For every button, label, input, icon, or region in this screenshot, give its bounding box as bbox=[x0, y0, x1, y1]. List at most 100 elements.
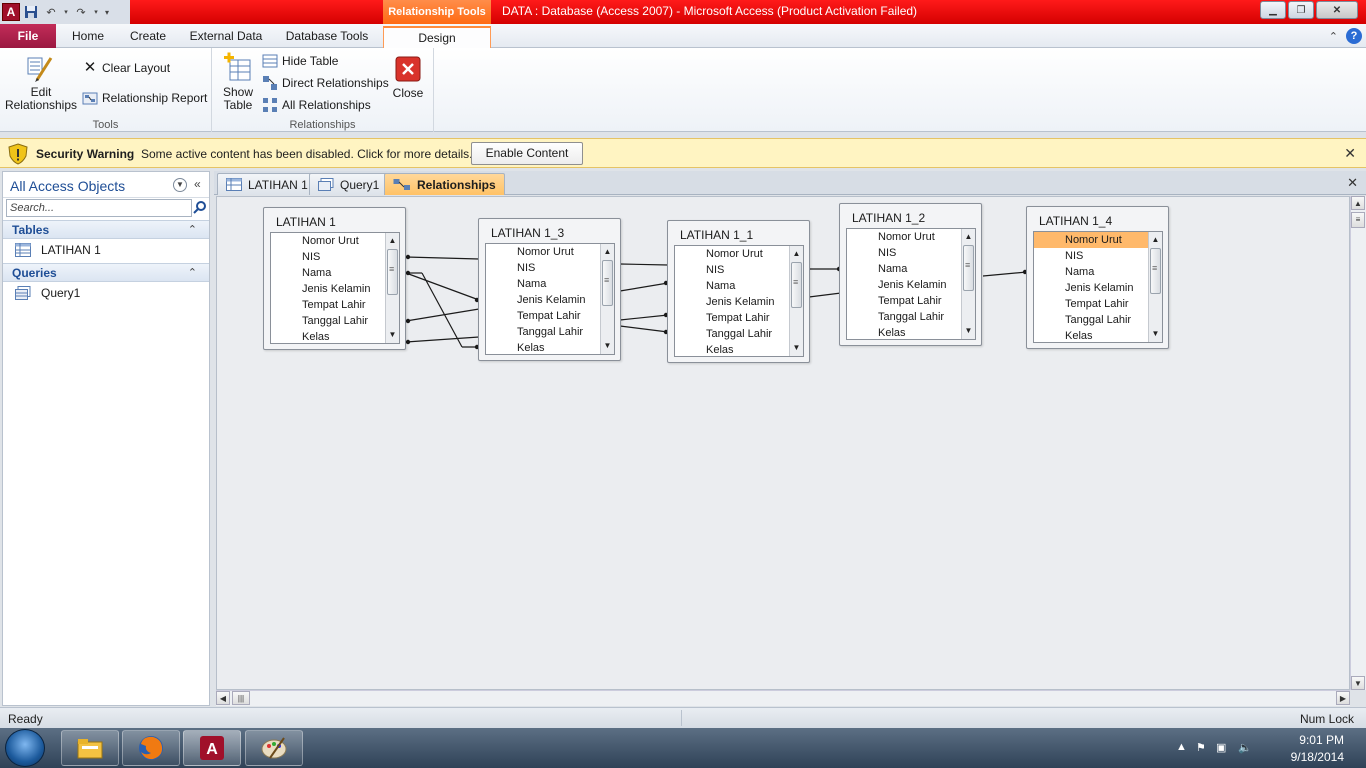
table-title[interactable]: LATIHAN 1_1 bbox=[680, 228, 753, 242]
minimize-ribbon-icon[interactable]: ⌃ bbox=[1329, 30, 1338, 43]
field-list-scrollbar[interactable]: ▲▼ bbox=[961, 229, 975, 339]
search-icon[interactable] bbox=[193, 200, 207, 214]
access-app-icon[interactable]: A bbox=[2, 3, 20, 21]
table-box-latihan1-3[interactable]: LATIHAN 1_3 Nomor Urut NIS Nama Jenis Ke… bbox=[478, 218, 621, 361]
volume-icon[interactable]: 🔈 bbox=[1238, 741, 1252, 755]
tab-design[interactable]: Design bbox=[383, 26, 491, 48]
tab-query1[interactable]: Query1 bbox=[309, 173, 389, 195]
field-item[interactable]: Tempat Lahir bbox=[675, 310, 803, 326]
nav-section-queries[interactable]: Queries ⌃ bbox=[3, 263, 209, 282]
chevron-down-icon[interactable]: ▼ bbox=[173, 178, 187, 192]
scroll-up-icon[interactable]: ▲ bbox=[602, 246, 613, 258]
scroll-down-icon[interactable]: ▼ bbox=[1150, 328, 1161, 340]
field-item[interactable]: NIS bbox=[271, 249, 399, 265]
relationship-line[interactable] bbox=[808, 292, 842, 298]
field-item[interactable]: Tanggal Lahir bbox=[675, 326, 803, 342]
scroll-down-icon[interactable]: ▼ bbox=[387, 329, 398, 341]
field-item[interactable]: Tanggal Lahir bbox=[486, 324, 614, 340]
restore-button[interactable]: ❐ bbox=[1288, 1, 1314, 19]
nav-section-tables[interactable]: Tables ⌃ bbox=[3, 220, 209, 239]
nav-search-input[interactable]: Search... bbox=[6, 199, 192, 217]
field-item[interactable]: Jenis Kelamin bbox=[847, 277, 975, 293]
field-item[interactable]: Nama bbox=[675, 278, 803, 294]
table-box-latihan1[interactable]: LATIHAN 1 Nomor Urut NIS Nama Jenis Kela… bbox=[263, 207, 406, 350]
clear-layout-button[interactable]: ✕ Clear Layout bbox=[82, 58, 170, 78]
start-button[interactable] bbox=[5, 729, 45, 767]
tab-latihan1[interactable]: LATIHAN 1 bbox=[217, 173, 317, 195]
scroll-up-icon[interactable]: ▲ bbox=[791, 248, 802, 260]
save-icon[interactable] bbox=[22, 3, 40, 21]
field-list-scrollbar[interactable]: ▲▼ bbox=[1148, 232, 1162, 342]
relationships-canvas[interactable]: LATIHAN 1 Nomor Urut NIS Nama Jenis Kela… bbox=[216, 196, 1350, 690]
scroll-down-icon[interactable]: ▼ bbox=[1351, 676, 1365, 690]
direct-relationships-button[interactable]: Direct Relationships bbox=[262, 73, 389, 93]
close-security-bar-icon[interactable]: ✕ bbox=[1344, 145, 1356, 162]
field-item[interactable]: Tanggal Lahir bbox=[1034, 312, 1162, 328]
table-box-latihan1-2[interactable]: LATIHAN 1_2 Nomor Urut NIS Nama Jenis Ke… bbox=[839, 203, 982, 346]
scroll-thumb[interactable] bbox=[602, 260, 613, 306]
scroll-thumb[interactable] bbox=[387, 249, 398, 295]
field-item[interactable]: Kelas bbox=[1034, 328, 1162, 342]
field-item[interactable]: Nomor Urut bbox=[847, 229, 975, 245]
close-relationships-button[interactable]: Close bbox=[392, 52, 424, 100]
relationship-line[interactable] bbox=[619, 263, 669, 266]
field-item[interactable]: Tempat Lahir bbox=[1034, 296, 1162, 312]
relationship-line[interactable] bbox=[619, 282, 669, 292]
table-box-latihan1-4[interactable]: LATIHAN 1_4 Nomor Urut NIS Nama Jenis Ke… bbox=[1026, 206, 1169, 349]
field-item[interactable]: Nomor Urut bbox=[271, 233, 399, 249]
vertical-scrollbar[interactable]: ▲ ≡ ▼ bbox=[1350, 196, 1366, 690]
field-list-scrollbar[interactable]: ▲▼ bbox=[600, 244, 614, 354]
scroll-down-icon[interactable]: ▼ bbox=[602, 340, 613, 352]
redo-dropdown-icon[interactable]: ▾ bbox=[92, 3, 100, 21]
scroll-up-icon[interactable]: ▲ bbox=[1150, 234, 1161, 246]
close-document-icon[interactable]: ✕ bbox=[1347, 175, 1358, 191]
scroll-up-icon[interactable]: ▲ bbox=[387, 235, 398, 247]
undo-dropdown-icon[interactable]: ▾ bbox=[62, 3, 70, 21]
access-icon[interactable]: A bbox=[183, 730, 241, 766]
clock-date[interactable]: 9/18/2014 bbox=[1291, 750, 1344, 764]
field-item[interactable]: Tanggal Lahir bbox=[271, 313, 399, 329]
minimize-button[interactable]: ▁ bbox=[1260, 1, 1286, 19]
field-item[interactable]: Tempat Lahir bbox=[486, 308, 614, 324]
field-item[interactable]: Nomor Urut bbox=[675, 246, 803, 262]
chevron-up-icon[interactable]: ⌃ bbox=[188, 266, 197, 279]
scroll-thumb[interactable]: ≡ bbox=[1351, 212, 1365, 228]
field-item[interactable]: Tanggal Lahir bbox=[847, 309, 975, 325]
tab-create[interactable]: Create bbox=[124, 26, 172, 48]
all-relationships-button[interactable]: All Relationships bbox=[262, 95, 371, 115]
table-title[interactable]: LATIHAN 1_4 bbox=[1039, 214, 1112, 228]
scroll-up-icon[interactable]: ▲ bbox=[963, 231, 974, 243]
tab-external-data[interactable]: External Data bbox=[186, 26, 266, 48]
scroll-down-icon[interactable]: ▼ bbox=[791, 342, 802, 354]
field-item[interactable]: Tempat Lahir bbox=[847, 293, 975, 309]
security-warning-message[interactable]: Some active content has been disabled. C… bbox=[141, 147, 473, 161]
field-item[interactable]: Nama bbox=[1034, 264, 1162, 280]
edit-relationships-button[interactable]: Edit Relationships bbox=[4, 52, 78, 112]
tab-file[interactable]: File bbox=[0, 24, 56, 48]
show-table-button[interactable]: Show Table bbox=[218, 52, 258, 112]
relationship-line[interactable] bbox=[405, 272, 480, 301]
chevron-up-icon[interactable]: ⌃ bbox=[188, 223, 197, 236]
scroll-up-icon[interactable]: ▲ bbox=[1351, 196, 1365, 210]
field-item[interactable]: Jenis Kelamin bbox=[271, 281, 399, 297]
field-item[interactable]: Kelas bbox=[271, 329, 399, 343]
nav-item-latihan1[interactable]: LATIHAN 1 bbox=[15, 241, 101, 259]
field-item-selected[interactable]: Nomor Urut bbox=[1034, 232, 1162, 248]
field-list-scrollbar[interactable]: ▲▼ bbox=[385, 233, 399, 343]
customize-qat-icon[interactable]: ▾ bbox=[102, 3, 112, 21]
table-title[interactable]: LATIHAN 1_3 bbox=[491, 226, 564, 240]
relationship-line[interactable] bbox=[619, 325, 669, 333]
scroll-right-icon[interactable]: ▶ bbox=[1336, 691, 1350, 705]
field-item[interactable]: Kelas bbox=[486, 340, 614, 354]
scroll-thumb[interactable] bbox=[1150, 248, 1161, 294]
relationship-line[interactable] bbox=[405, 256, 480, 260]
field-item[interactable]: Kelas bbox=[675, 342, 803, 356]
nav-item-query1[interactable]: Query1 bbox=[15, 284, 80, 302]
undo-icon[interactable]: ↶ bbox=[42, 3, 60, 21]
field-item[interactable]: NIS bbox=[486, 260, 614, 276]
field-item[interactable]: Jenis Kelamin bbox=[1034, 280, 1162, 296]
tab-home[interactable]: Home bbox=[68, 26, 108, 48]
action-center-flag-icon[interactable]: ⚑ bbox=[1196, 741, 1210, 755]
nav-pane-header[interactable]: All Access Objects ▼ « bbox=[3, 172, 209, 198]
field-item[interactable]: NIS bbox=[675, 262, 803, 278]
